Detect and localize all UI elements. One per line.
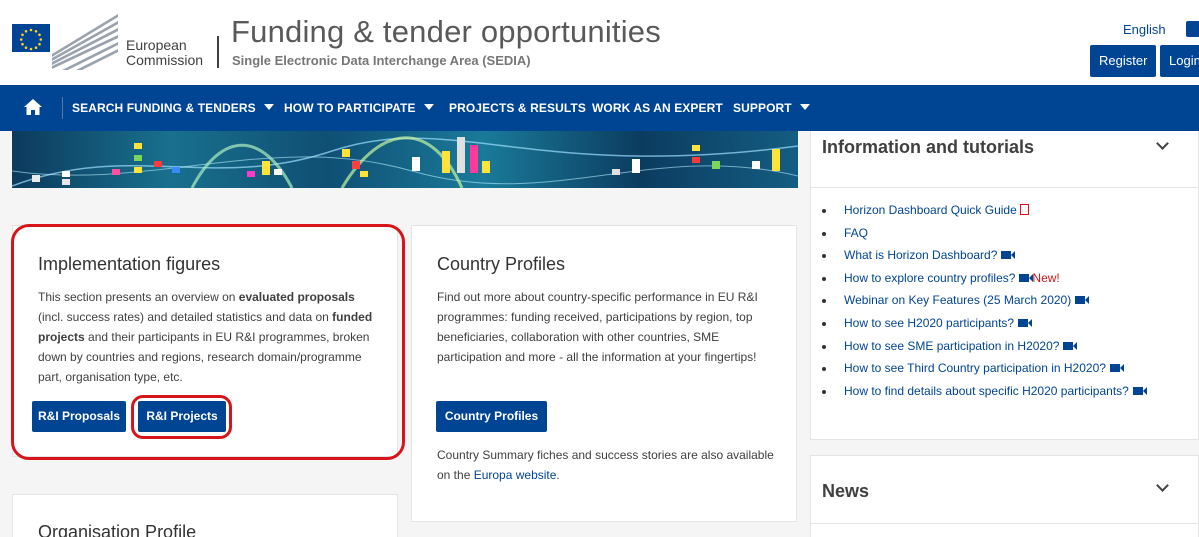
ec-line1: European	[126, 37, 187, 53]
video-icon	[1075, 296, 1090, 305]
nav-support[interactable]: SUPPORT	[733, 101, 810, 115]
nav-work-as-expert-label: WORK AS AN EXPERT	[592, 101, 723, 115]
caret-down-icon	[799, 104, 810, 110]
list-item[interactable]: How to see H2020 participants?	[820, 316, 1143, 339]
tutorial-link[interactable]: How to see SME participation in H2020?	[844, 339, 1059, 353]
tutorial-link[interactable]: How to explore country profiles?	[844, 271, 1015, 285]
ec-name: European Commission	[126, 38, 203, 68]
language-selector[interactable]: English	[1123, 22, 1166, 37]
new-badge: New!	[1032, 270, 1060, 285]
country-profiles-footer: Country Summary fiches and success stori…	[437, 445, 782, 485]
tutorial-link[interactable]: FAQ	[844, 226, 868, 240]
video-icon	[1019, 273, 1034, 282]
list-item[interactable]: How to find details about specific H2020…	[820, 384, 1147, 407]
country-footer-end: .	[556, 468, 560, 482]
country-profiles-button[interactable]: Country Profiles	[436, 401, 547, 432]
organisation-profile-card: Organisation Profile	[12, 494, 398, 537]
nav-projects-results[interactable]: PROJECTS & RESULTS	[449, 101, 586, 115]
information-tutorials-title: Information and tutorials	[822, 137, 1035, 157]
hero-banner	[12, 131, 798, 188]
tutorials-list: Horizon Dashboard Quick Guide FAQ What i…	[820, 203, 1147, 407]
caret-down-icon	[423, 104, 434, 110]
login-button[interactable]: Login	[1160, 45, 1199, 77]
list-item[interactable]: How to see Third Country participation i…	[820, 361, 1143, 384]
european-commission-logo[interactable]	[12, 12, 118, 70]
register-button[interactable]: Register	[1090, 45, 1157, 77]
tutorial-link[interactable]: How to see H2020 participants?	[844, 316, 1014, 330]
nav-search-funding[interactable]: SEARCH FUNDING & TENDERS	[72, 101, 274, 115]
site-subtitle: Single Electronic Data Interchange Area …	[232, 53, 531, 68]
list-item[interactable]: Webinar on Key Features (25 March 2020)	[820, 293, 1143, 316]
site-title[interactable]: Funding & tender opportunities	[231, 14, 661, 50]
news-divider	[811, 523, 1199, 524]
video-icon	[1063, 341, 1078, 350]
news-title: News	[822, 481, 870, 501]
tutorial-link[interactable]: How to see Third Country participation i…	[844, 361, 1106, 375]
nav-how-to-participate-label: HOW TO PARTICIPATE	[284, 101, 416, 115]
list-item[interactable]: What is Horizon Dashboard?	[820, 248, 1143, 271]
nav-separator	[62, 97, 63, 119]
video-icon	[1001, 251, 1016, 260]
language-icon[interactable]	[1186, 21, 1199, 37]
highlight-annotation-button	[131, 395, 232, 439]
header-divider	[217, 36, 219, 68]
caret-down-icon	[263, 104, 274, 110]
nav-work-as-expert[interactable]: WORK AS AN EXPERT	[592, 101, 723, 115]
video-icon	[1132, 386, 1147, 395]
country-profiles-card: Country Profiles Find out more about cou…	[411, 225, 797, 522]
home-icon[interactable]	[24, 99, 42, 115]
country-profiles-description: Find out more about country-specific per…	[437, 290, 758, 364]
banner-graphic	[12, 136, 798, 188]
organisation-profile-title: Organisation Profile	[38, 522, 197, 537]
ec-line2: Commission	[126, 52, 204, 68]
main-nav: SEARCH FUNDING & TENDERS HOW TO PARTICIP…	[0, 85, 1199, 131]
pdf-icon	[1019, 204, 1029, 215]
list-item[interactable]: Horizon Dashboard Quick Guide	[820, 203, 1143, 226]
list-item[interactable]: How to explore country profiles? New!	[820, 271, 1143, 294]
video-icon	[1109, 364, 1124, 373]
nav-support-label: SUPPORT	[733, 101, 792, 115]
panel-divider	[811, 187, 1199, 188]
tutorial-link[interactable]: Webinar on Key Features (25 March 2020)	[844, 293, 1071, 307]
site-header: European Commission Funding & tender opp…	[0, 0, 1199, 85]
tutorial-link[interactable]: How to find details about specific H2020…	[844, 384, 1129, 398]
list-item[interactable]: How to see SME participation in H2020?	[820, 339, 1143, 362]
nav-how-to-participate[interactable]: HOW TO PARTICIPATE	[284, 101, 434, 115]
video-icon	[1018, 318, 1033, 327]
tutorial-link[interactable]: Horizon Dashboard Quick Guide	[844, 203, 1017, 217]
nav-projects-results-label: PROJECTS & RESULTS	[449, 101, 586, 115]
nav-search-funding-label: SEARCH FUNDING & TENDERS	[72, 101, 256, 115]
country-profiles-title: Country Profiles	[437, 254, 566, 274]
europa-website-link[interactable]: Europa website	[474, 468, 557, 482]
tutorial-link[interactable]: What is Horizon Dashboard?	[844, 248, 997, 262]
list-item[interactable]: FAQ	[820, 226, 1143, 249]
